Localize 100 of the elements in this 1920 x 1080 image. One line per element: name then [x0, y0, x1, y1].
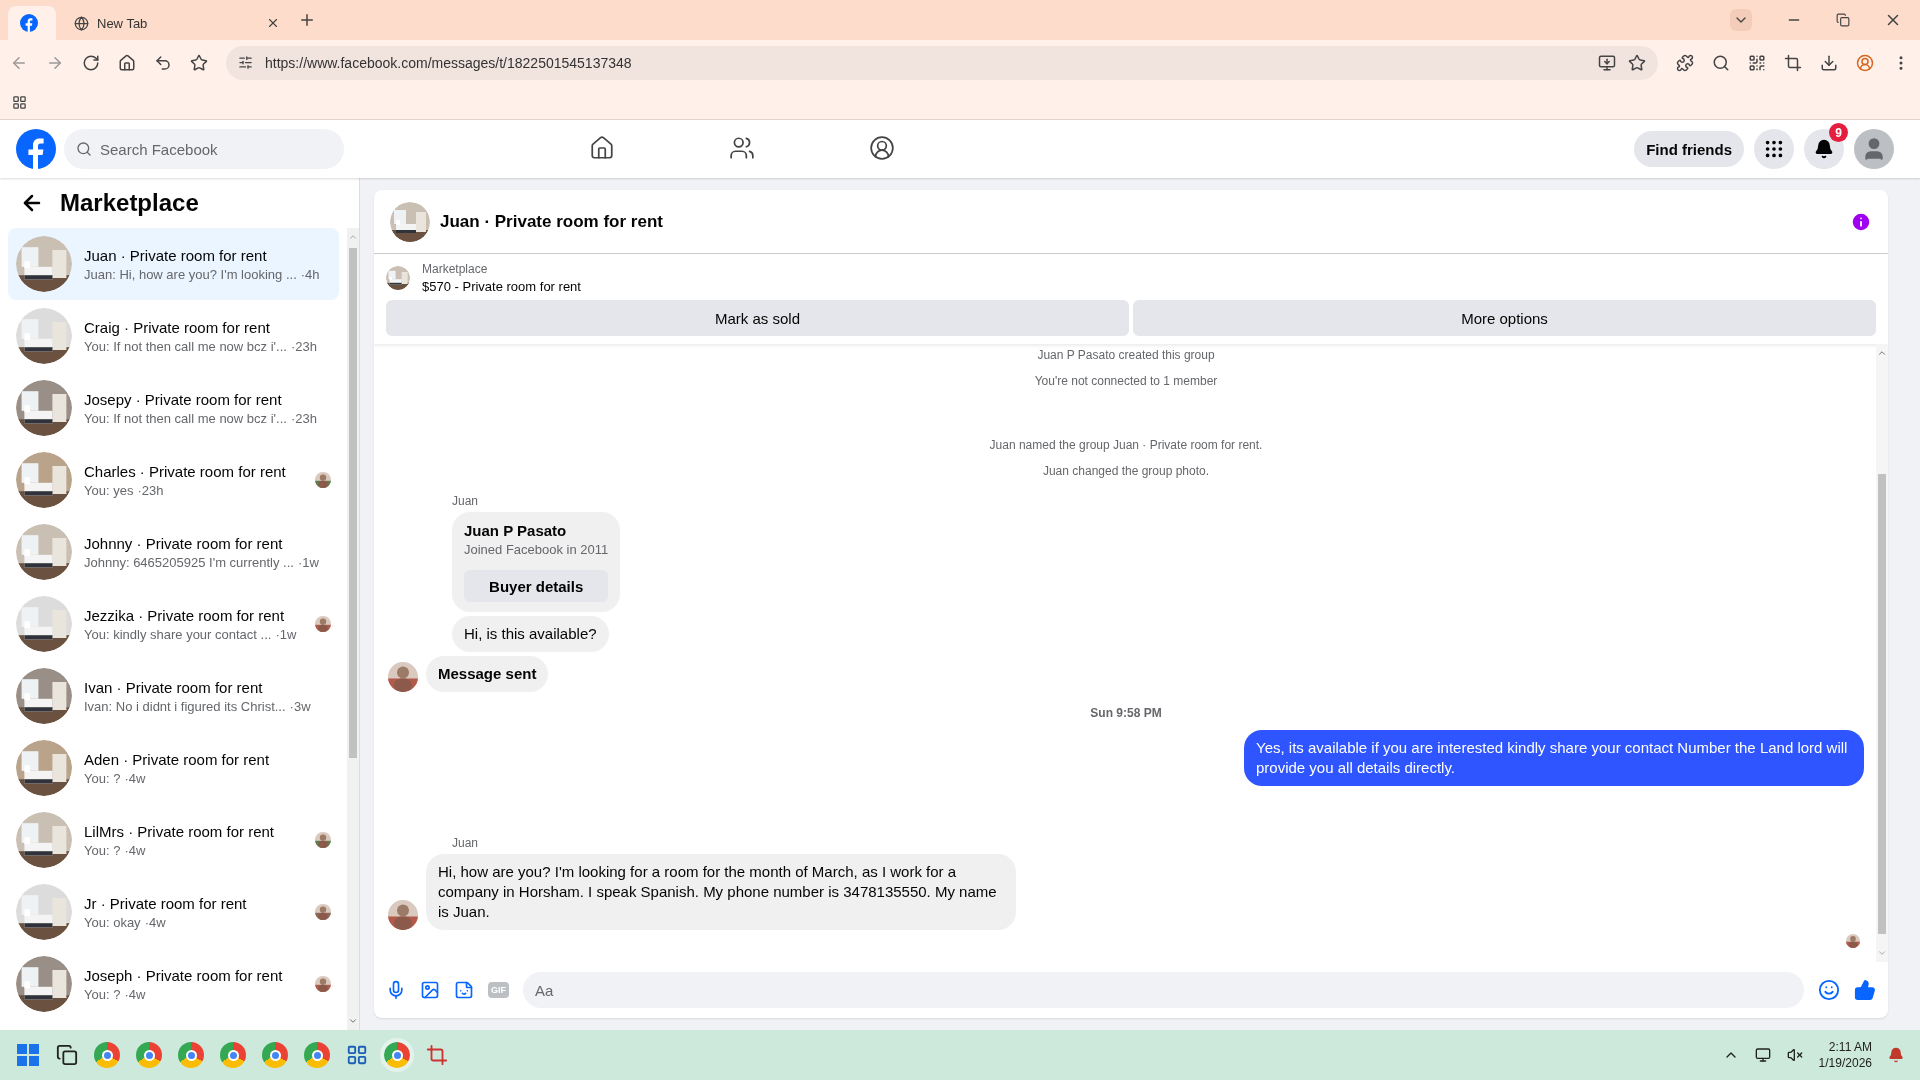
- message-time: ·1w: [297, 554, 319, 570]
- address-bar[interactable]: https://www.facebook.com/messages/t/1822501545137348: [226, 45, 1658, 80]
- like-icon[interactable]: [1854, 979, 1876, 1001]
- star-icon[interactable]: [1628, 53, 1646, 72]
- chat-title: Juan · Private room for rent: [440, 211, 664, 232]
- info-icon[interactable]: [1850, 210, 1872, 233]
- conversation-name: Ivan · Private room for rent: [84, 678, 264, 696]
- message-preview: You: ?: [84, 986, 121, 1002]
- system-message: You're not connected to 1 member: [1034, 373, 1218, 390]
- clock[interactable]: 2:11 AM 1/19/2026: [1818, 1040, 1872, 1070]
- message-time: ·23h: [290, 410, 317, 426]
- mute-icon[interactable]: [1786, 1047, 1803, 1063]
- bell-icon: [1814, 139, 1834, 159]
- grid-icon: [1763, 138, 1785, 160]
- browser-app-icon[interactable]: [262, 1042, 288, 1068]
- message-preview: You: If not then call me now bcz i'...: [84, 410, 287, 426]
- more-options-button[interactable]: More options: [1133, 300, 1876, 336]
- browser-tab[interactable]: New Tab: [62, 6, 292, 40]
- extensions-icon[interactable]: [1676, 53, 1694, 72]
- conversation-item[interactable]: Juan · Private room for rent Juan: Hi, how are you? I'm looking ... ·4h: [8, 228, 339, 300]
- install-icon[interactable]: [1598, 53, 1616, 72]
- crop-icon[interactable]: [1784, 53, 1802, 72]
- star-icon[interactable]: [190, 53, 208, 72]
- sticker-icon[interactable]: [454, 980, 474, 1000]
- message-time: ·23h: [137, 482, 164, 498]
- browser-app-icon[interactable]: [136, 1042, 162, 1068]
- menu-button[interactable]: [1754, 129, 1794, 169]
- conversation-name: Jr · Private room for rent: [84, 894, 248, 912]
- download-icon[interactable]: [1820, 53, 1838, 72]
- message-time: ·4w: [124, 842, 146, 858]
- notifications-button[interactable]: [1804, 129, 1844, 169]
- message-preview: Juan: Hi, how are you? I'm looking ...: [84, 266, 297, 282]
- apps-icon[interactable]: [12, 94, 27, 110]
- image-icon[interactable]: [420, 980, 440, 1000]
- listing-label: Marketplace: [422, 262, 489, 276]
- new-tab-icon[interactable]: [298, 11, 316, 29]
- conversation-item[interactable]: Joseph · Private room for rent You: ? ·4w: [8, 948, 339, 1020]
- conversation-item[interactable]: Jezzika · Private room for rent You: kindly share your contact ... ·1w: [8, 588, 339, 660]
- conversation-name: Joseph · Private room for rent: [84, 966, 284, 984]
- conversation-name: Josepy · Private room for rent: [84, 390, 283, 408]
- message-input[interactable]: Aa: [523, 972, 1804, 1008]
- system-message: Juan P Pasato created this group: [1037, 347, 1215, 364]
- message-time: ·3w: [289, 698, 311, 714]
- message-time: ·4w: [144, 914, 166, 930]
- message-timestamp: Sun 9:58 PM: [1090, 706, 1162, 720]
- browser-tab[interactable]: [8, 6, 56, 40]
- scroll-up-icon[interactable]: [1877, 348, 1887, 358]
- emoji-icon[interactable]: [1818, 979, 1840, 1001]
- search-icon[interactable]: [1712, 53, 1730, 72]
- conversation-name: Craig · Private room for rent: [84, 318, 271, 336]
- conversation-name: Aden · Private room for rent: [84, 750, 271, 768]
- mark-as-sold-button[interactable]: Mark as sold: [386, 300, 1129, 336]
- conversation-name: LilMrs · Private room for rent: [84, 822, 276, 840]
- close-icon[interactable]: [266, 16, 280, 30]
- browser-app-icon[interactable]: [94, 1042, 120, 1068]
- browser-app-icon[interactable]: [178, 1042, 204, 1068]
- scrollbar[interactable]: [347, 228, 359, 1030]
- system-message: Juan changed the group photo.: [1042, 463, 1210, 480]
- conversation-item[interactable]: Jr · Private room for rent You: okay ·4w: [8, 876, 339, 948]
- message-preview: You: kindly share your contact ...: [84, 626, 272, 642]
- conversation-item[interactable]: Aden · Private room for rent You: ? ·4w: [8, 732, 339, 804]
- scrollbar[interactable]: [1876, 344, 1888, 962]
- conversation-item[interactable]: Johnny · Private room for rent Johnny: 6465205925 I'm currently ... ·1w: [8, 516, 339, 588]
- undo-icon[interactable]: [154, 53, 172, 72]
- browser-app-icon[interactable]: [220, 1042, 246, 1068]
- find-friends-button[interactable]: Find friends: [1634, 131, 1744, 167]
- qr-code-icon[interactable]: [1748, 53, 1766, 72]
- restore-icon[interactable]: [1836, 13, 1850, 27]
- conversation-item[interactable]: Craig · Private room for rent You: If not then call me now bcz i'... ·23h: [8, 300, 339, 372]
- search-field[interactable]: Search Facebook: [64, 129, 344, 169]
- bell-icon[interactable]: [1888, 1047, 1904, 1063]
- browser-app-icon[interactable]: [304, 1042, 330, 1068]
- listing-title: $570 - Private room for rent: [422, 279, 581, 294]
- network-icon[interactable]: [1754, 1047, 1771, 1063]
- conversation-name: Charles · Private room for rent: [84, 462, 287, 480]
- message-preview: You: ?: [84, 770, 121, 786]
- conversation-item[interactable]: LilMrs · Private room for rent You: ? ·4w: [8, 804, 339, 876]
- message-time: ·4w: [124, 770, 146, 786]
- conversation-name: Jezzika · Private room for rent: [84, 606, 286, 624]
- site-settings-icon[interactable]: [238, 55, 253, 70]
- conversation-item[interactable]: Charles · Private room for rent You: yes ·23h: [8, 444, 339, 516]
- message-time: ·4w: [124, 986, 146, 1002]
- message-preview: You: yes: [84, 482, 134, 498]
- buyer-details-button[interactable]: Buyer details: [464, 570, 609, 602]
- facebook-logo[interactable]: [16, 129, 56, 169]
- message-preview: You: okay: [84, 914, 141, 930]
- message-bubble: Message sent: [426, 656, 549, 692]
- conversation-item[interactable]: Josepy · Private room for rent You: If not then call me now bcz i'... ·23h: [8, 372, 339, 444]
- message-time: ·23h: [290, 338, 317, 354]
- microphone-icon[interactable]: [386, 980, 406, 1000]
- message-time: ·4h: [300, 266, 320, 282]
- home-icon[interactable]: [118, 53, 136, 72]
- reload-icon[interactable]: [82, 53, 100, 72]
- task-view-icon[interactable]: [56, 1044, 78, 1066]
- account-button[interactable]: [1854, 129, 1894, 169]
- conversation-item[interactable]: Ivan · Private room for rent Ivan: No i didnt i figured its Christ... ·3w: [8, 660, 339, 732]
- scroll-down-icon[interactable]: [348, 1016, 358, 1026]
- browser-app-icon[interactable]: [384, 1042, 410, 1068]
- facebook-icon: [20, 14, 38, 32]
- windows-icon[interactable]: [16, 1043, 40, 1067]
